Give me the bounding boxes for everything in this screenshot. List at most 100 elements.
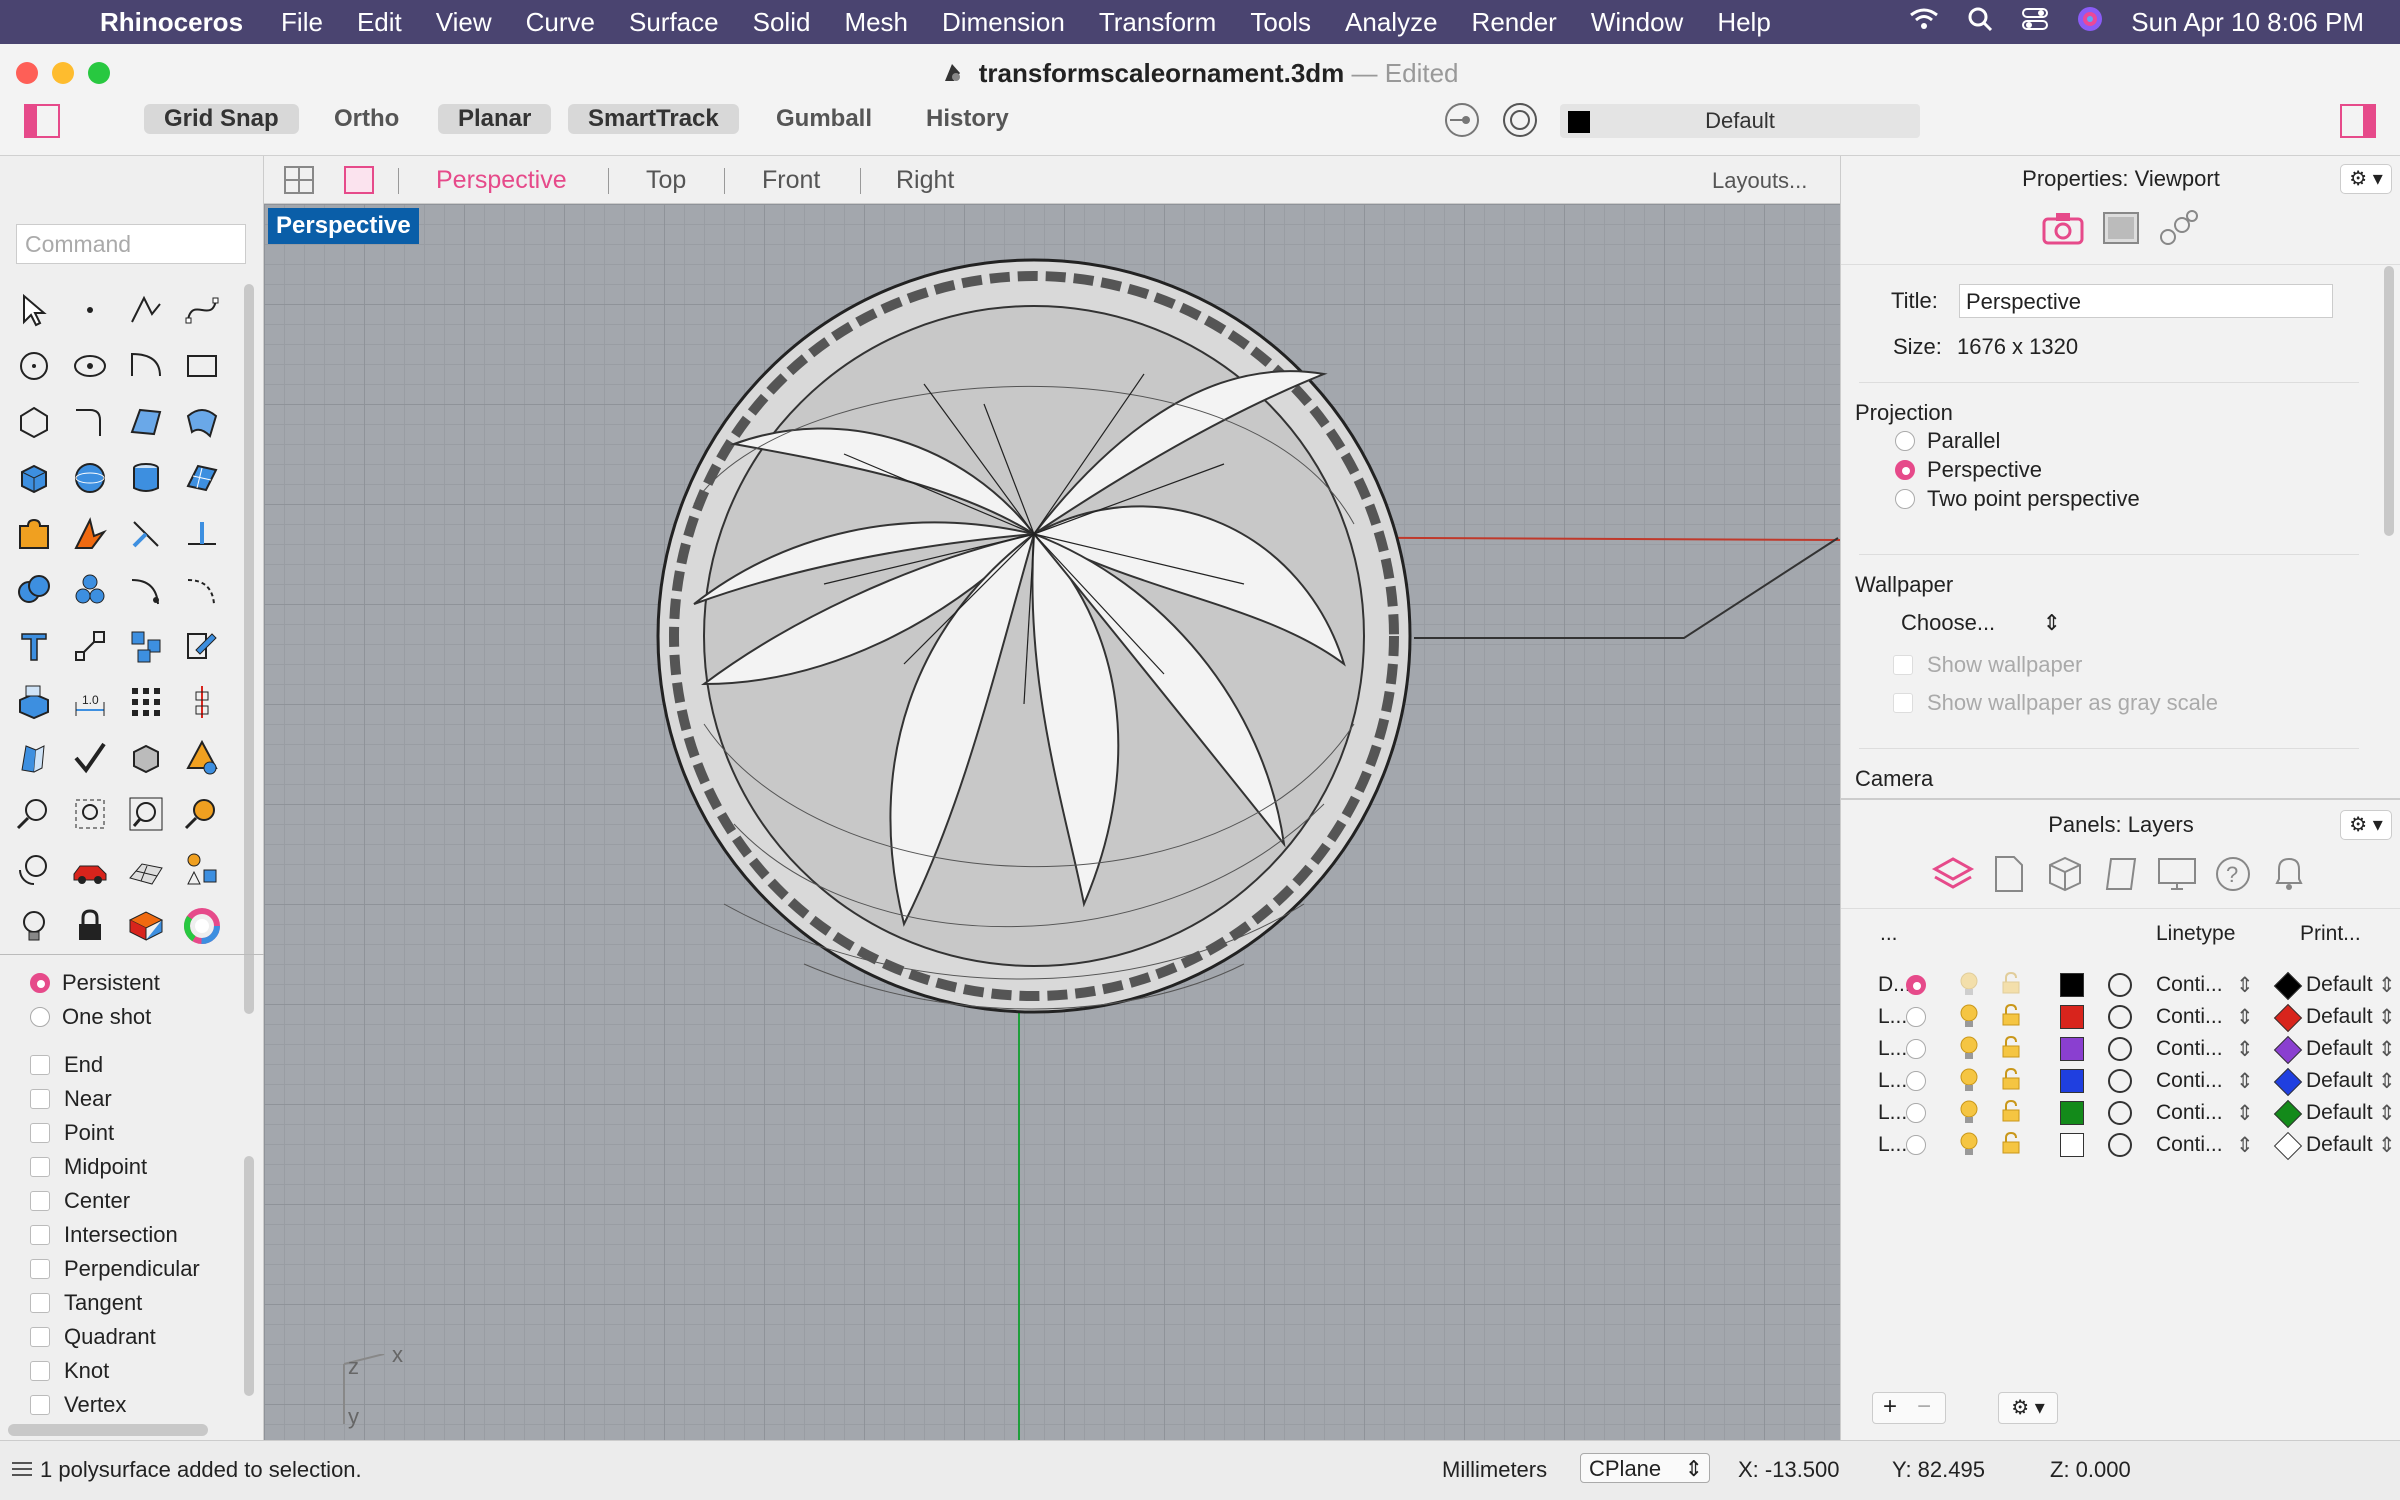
print-color-diamond-icon[interactable]: [2273, 1035, 2303, 1065]
osnap-midpoint-checkbox[interactable]: Midpoint: [30, 1150, 250, 1184]
osnap-icon[interactable]: [1502, 102, 1538, 143]
ornament-model[interactable]: [656, 258, 1412, 1014]
layer-row[interactable]: L... Conti... ⇕ Default ⇕: [1840, 1065, 2400, 1097]
perspective-radio[interactable]: Perspective: [1895, 455, 2140, 484]
menu-file[interactable]: File: [281, 7, 323, 38]
ellipse-icon[interactable]: [66, 342, 114, 390]
osnap-center-checkbox[interactable]: Center: [30, 1184, 250, 1218]
zoom-target-icon[interactable]: [178, 790, 226, 838]
color-wheel-icon[interactable]: [178, 902, 226, 950]
current-layer-radio[interactable]: [1906, 1071, 1926, 1091]
menu-edit[interactable]: Edit: [357, 7, 402, 38]
layer-row[interactable]: L... Conti... ⇕ Default ⇕: [1840, 1129, 2400, 1161]
layer-linetype[interactable]: Conti...: [2156, 1069, 2223, 1093]
layer-color-swatch[interactable]: [2060, 1037, 2084, 1061]
select-arrow-icon[interactable]: [10, 286, 58, 334]
layer-name[interactable]: L...: [1878, 1005, 1907, 1029]
tab-top[interactable]: Top: [646, 166, 686, 195]
surface-icon[interactable]: [122, 398, 170, 446]
control-center-icon[interactable]: [2021, 6, 2049, 39]
boolean-union-icon[interactable]: [10, 566, 58, 614]
linked-objects-icon[interactable]: [2157, 206, 2201, 250]
layer-row[interactable]: L... Conti... ⇕ Default ⇕: [1840, 1033, 2400, 1065]
grid-snap-toggle[interactable]: Grid Snap: [144, 104, 299, 134]
menu-help[interactable]: Help: [1717, 7, 1770, 38]
layer-color-swatch[interactable]: [2060, 1101, 2084, 1125]
current-layer-radio[interactable]: [1906, 1039, 1926, 1059]
light-bulb-icon[interactable]: [10, 902, 58, 950]
right-sidebar-toggle-icon[interactable]: [2340, 104, 2376, 143]
app-menu[interactable]: Rhinoceros: [100, 7, 243, 38]
linetype-column-header[interactable]: Linetype: [2156, 922, 2235, 946]
planar-toggle[interactable]: Planar: [438, 104, 552, 134]
ortho-toggle[interactable]: Ortho: [314, 104, 419, 134]
layer-name[interactable]: L...: [1878, 1101, 1907, 1125]
print-color-diamond-icon[interactable]: [2273, 1067, 2303, 1097]
parallel-radio[interactable]: Parallel: [1895, 426, 2140, 455]
spotlight-search-icon[interactable]: [1967, 6, 1993, 39]
menu-render[interactable]: Render: [1472, 7, 1557, 38]
layer-color-swatch[interactable]: [2060, 1133, 2084, 1157]
show-wallpaper-checkbox[interactable]: Show wallpaper: [1893, 648, 2082, 682]
layer-print-width[interactable]: Default: [2306, 1133, 2373, 1157]
layers-icon[interactable]: [1931, 852, 1975, 896]
shell-icon[interactable]: [10, 734, 58, 782]
cplane-dropdown[interactable]: CPlane ⇕: [1580, 1453, 1710, 1483]
document-properties-icon[interactable]: [1987, 852, 2031, 896]
layer-visible-bulb-icon[interactable]: [1958, 1067, 1980, 1099]
menubar-clock[interactable]: Sun Apr 10 8:06 PM: [2131, 7, 2364, 38]
loft-surface-icon[interactable]: [178, 398, 226, 446]
layer-linetype[interactable]: Conti...: [2156, 1133, 2223, 1157]
layer-name[interactable]: L...: [1878, 1069, 1907, 1093]
layer-row[interactable]: L... Conti... ⇕ Default ⇕: [1840, 1097, 2400, 1129]
rebuild-curve-icon[interactable]: [178, 566, 226, 614]
layer-lock-icon[interactable]: [2000, 1099, 2022, 1129]
osnap-tangent-checkbox[interactable]: Tangent: [30, 1286, 250, 1320]
perspective-viewport[interactable]: Perspective z x y: [264, 204, 1840, 1440]
left-sidebar-toggle-icon[interactable]: [24, 104, 60, 143]
left-panel-horizontal-scrollbar[interactable]: [8, 1424, 208, 1436]
menu-surface[interactable]: Surface: [629, 7, 719, 38]
layer-print-width[interactable]: Default: [2306, 1037, 2373, 1061]
layer-print-width[interactable]: Default: [2306, 1101, 2373, 1125]
tab-right[interactable]: Right: [896, 166, 954, 195]
array-icon[interactable]: [122, 622, 170, 670]
check-icon[interactable]: [66, 734, 114, 782]
rectangle-icon[interactable]: [178, 342, 226, 390]
filter-icon[interactable]: [1444, 102, 1480, 143]
fillet-curve-icon[interactable]: [66, 398, 114, 446]
layer-print-width[interactable]: Default: [2306, 1069, 2373, 1093]
layer-visible-bulb-icon[interactable]: [1958, 1003, 1980, 1035]
layer-linetype[interactable]: Conti...: [2156, 1005, 2223, 1029]
menu-curve[interactable]: Curve: [526, 7, 595, 38]
layer-lock-icon[interactable]: [2000, 1131, 2022, 1161]
layer-row[interactable]: L... Conti... ⇕ Default ⇕: [1840, 1001, 2400, 1033]
mesh-box-icon[interactable]: [122, 734, 170, 782]
siri-icon[interactable]: [2077, 6, 2103, 39]
layer-color-swatch[interactable]: [2060, 1005, 2084, 1029]
properties-scrollbar[interactable]: [2384, 266, 2394, 536]
current-layer-radio[interactable]: [1906, 1135, 1926, 1155]
wifi-icon[interactable]: [1909, 7, 1939, 38]
help-icon[interactable]: ?: [2211, 852, 2255, 896]
current-layer-radio[interactable]: [1906, 1007, 1926, 1027]
persistent-radio[interactable]: Persistent: [30, 966, 250, 1000]
layer-linetype[interactable]: Conti...: [2156, 1037, 2223, 1061]
layer-visible-bulb-icon[interactable]: [1958, 971, 1980, 1003]
tab-perspective[interactable]: Perspective: [436, 166, 567, 195]
box-icon[interactable]: [10, 454, 58, 502]
osnap-near-checkbox[interactable]: Near: [30, 1082, 250, 1116]
layer-name[interactable]: L...: [1878, 1037, 1907, 1061]
material-icon[interactable]: [122, 902, 170, 950]
smarttrack-toggle[interactable]: SmartTrack: [568, 104, 739, 134]
camera-icon[interactable]: [2041, 206, 2085, 250]
print-column-header[interactable]: Print...: [2300, 922, 2361, 946]
current-layer-selector[interactable]: Default: [1560, 104, 1920, 138]
layer-name[interactable]: L...: [1878, 1133, 1907, 1157]
print-color-diamond-icon[interactable]: [2273, 1003, 2303, 1033]
osnap-intersection-checkbox[interactable]: Intersection: [30, 1218, 250, 1252]
object-box-icon[interactable]: [2043, 852, 2087, 896]
layer-linetype[interactable]: Conti...: [2156, 1101, 2223, 1125]
layer-material-circle-icon[interactable]: [2108, 1005, 2132, 1029]
explode-icon[interactable]: [66, 510, 114, 558]
